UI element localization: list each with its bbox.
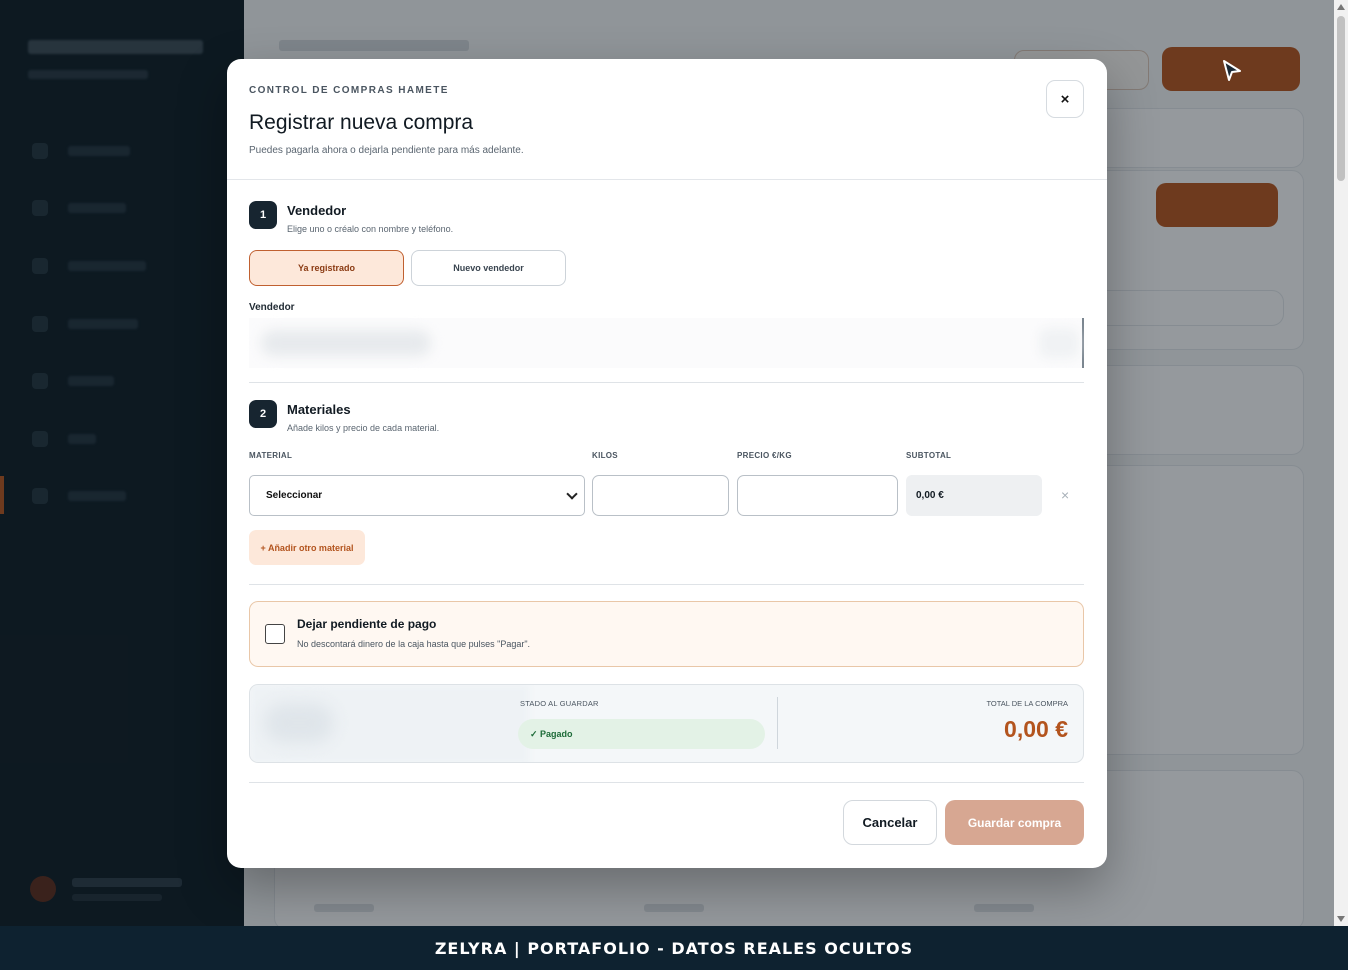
step-number-badge: 1: [249, 201, 277, 229]
summary-divider: [777, 697, 778, 749]
modal-title: Registrar nueva compra: [249, 111, 474, 134]
total-value: 0,00 €: [1004, 716, 1068, 742]
chevron-down-icon: [566, 488, 578, 500]
subtotal-column-header: SUBTOTAL: [906, 451, 952, 460]
pending-payment-checkbox[interactable]: [265, 624, 285, 644]
price-per-kg-input[interactable]: [737, 475, 898, 516]
registered-vendor-option[interactable]: Ya registrado: [249, 250, 404, 286]
total-label: TOTAL DE LA COMPRA: [986, 699, 1068, 708]
row-subtotal: 0,00 €: [906, 475, 1042, 516]
page-scrollbar[interactable]: [1334, 0, 1348, 926]
section-divider: [249, 782, 1084, 783]
scrollbar-thumb[interactable]: [1337, 16, 1345, 181]
modal-description: Puedes pagarla ahora o dejarla pendiente…: [249, 145, 524, 156]
pending-payment-option[interactable]: Dejar pendiente de pago No descontará di…: [249, 601, 1084, 667]
price-column-header: PRECIO €/KG: [737, 451, 792, 460]
close-icon: ×: [1060, 90, 1070, 108]
new-vendor-option[interactable]: Nuevo vendedor: [411, 250, 566, 286]
footer-banner: ZELYRA | PORTAFOLIO - DATOS REALES OCULT…: [0, 926, 1348, 970]
header-divider: [227, 179, 1107, 180]
redacted-summary-content: [264, 703, 334, 743]
new-purchase-modal: CONTROL DE COMPRAS HAMETE Registrar nuev…: [227, 59, 1107, 868]
kilos-input[interactable]: [592, 475, 729, 516]
material-column-header: MATERIAL: [249, 451, 293, 460]
save-state-label: STADO AL GUARDAR: [520, 699, 599, 708]
remove-row-icon[interactable]: ×: [1061, 487, 1069, 503]
pending-payment-title: Dejar pendiente de pago: [297, 617, 437, 631]
close-button[interactable]: ×: [1046, 80, 1084, 118]
kilos-column-header: KILOS: [592, 451, 618, 460]
add-material-button[interactable]: + Añadir otro material: [249, 530, 365, 565]
material-select-value: Seleccionar: [266, 490, 323, 501]
status-badge: ✓ Pagado: [518, 719, 765, 749]
cancel-button[interactable]: Cancelar: [843, 800, 937, 845]
section-divider: [249, 584, 1084, 585]
step-number-badge: 2: [249, 400, 277, 428]
redacted-vendor-control: [1039, 328, 1079, 358]
modal-eyebrow: CONTROL DE COMPRAS HAMETE: [249, 85, 449, 96]
save-purchase-button[interactable]: Guardar compra: [945, 800, 1084, 845]
vendor-field-label: Vendedor: [249, 302, 295, 313]
materials-step-subtitle: Añade kilos y precio de cada material.: [287, 423, 440, 433]
redacted-vendor-value: [261, 330, 431, 356]
section-divider: [249, 382, 1084, 383]
materials-step-title: Materiales: [287, 402, 351, 417]
scroll-up-icon[interactable]: [1337, 4, 1345, 10]
vendor-step-subtitle: Elige uno o créalo con nombre y teléfono…: [287, 224, 454, 234]
purchase-summary: STADO AL GUARDAR ✓ Pagado TOTAL DE LA CO…: [249, 684, 1084, 763]
vendor-select-redacted[interactable]: [249, 318, 1084, 368]
pending-payment-note: No descontará dinero de la caja hasta qu…: [297, 639, 531, 649]
material-select[interactable]: Seleccionar: [249, 475, 585, 516]
mouse-cursor-icon: [1223, 60, 1241, 81]
vendor-step-title: Vendedor: [287, 203, 347, 218]
scroll-down-icon[interactable]: [1337, 916, 1345, 922]
